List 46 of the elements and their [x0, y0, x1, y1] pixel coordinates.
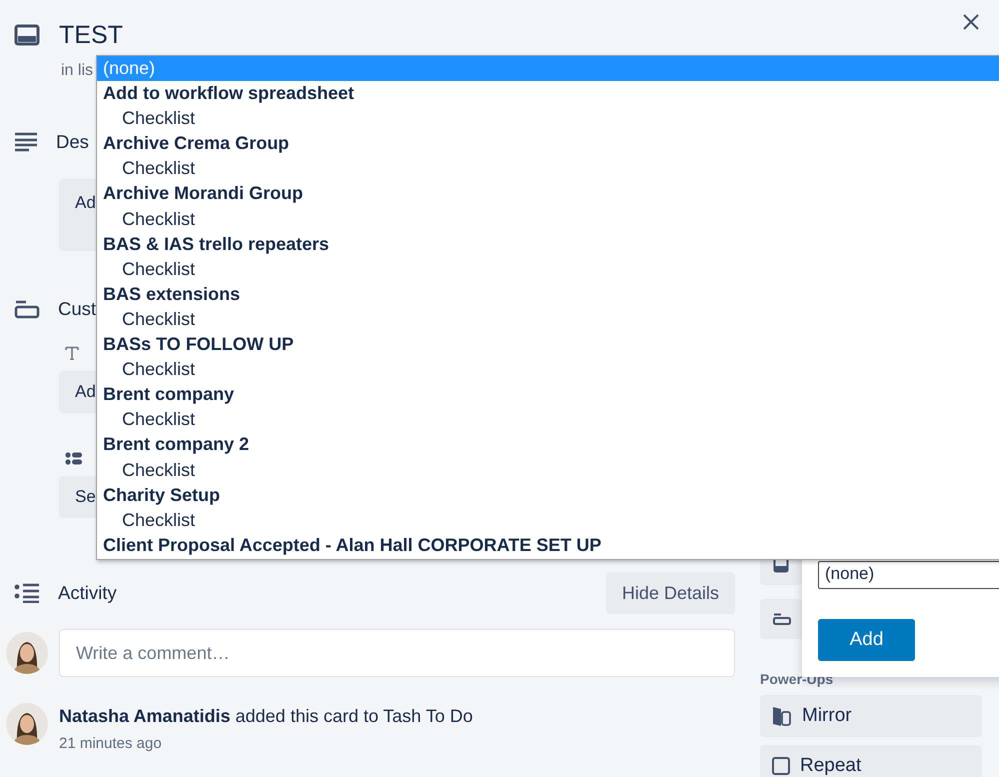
add-button[interactable]: Add: [818, 619, 915, 661]
avatar: [6, 703, 48, 745]
card-icon: [14, 24, 40, 46]
repeat-icon: [772, 757, 790, 775]
dropdown-option[interactable]: Checklist: [97, 306, 999, 332]
activity-time[interactable]: 21 minutes ago: [59, 735, 473, 752]
option-group-label: Brent company 2: [102, 433, 250, 456]
select-field[interactable]: (none): [818, 561, 999, 589]
list-field-icon: [65, 452, 83, 464]
dropdown-option[interactable]: Checklist: [97, 156, 999, 182]
section-heading: Des: [56, 130, 89, 154]
dropdown-option[interactable]: Checklist: [97, 407, 999, 432]
description-icon: [14, 132, 38, 152]
dropdown-option[interactable]: Checklist: [97, 256, 999, 282]
option-group-label: Archive Crema Group: [102, 132, 290, 156]
card-title: TEST: [59, 20, 123, 50]
comment-field[interactable]: Write a comment…: [59, 629, 735, 677]
activity-text: Natasha Amanatidis added this card to Tash To Do: [59, 706, 473, 727]
dropdown-option[interactable]: Checklist: [97, 458, 999, 483]
activity-icon: [14, 583, 40, 603]
option-group-label: Brent company: [102, 383, 236, 406]
avatar: [6, 632, 48, 674]
hide-details-button[interactable]: Hide Details: [606, 572, 735, 614]
card-icon: [773, 557, 789, 573]
dropdown-option[interactable]: Checklist: [97, 357, 999, 382]
dropdown-option[interactable]: Checklist: [97, 106, 999, 132]
section-heading: Activity: [58, 581, 117, 605]
option-group-label: Charity Setup: [102, 484, 222, 507]
option-group-label: Client Proposal Accepted - Alan Hall CORPORATE SET UP: [102, 534, 602, 557]
custom-fields-icon: [14, 299, 40, 319]
close-icon[interactable]: [962, 13, 980, 31]
text-field-icon: [65, 346, 79, 360]
option-group-label: BAS extensions: [102, 282, 242, 306]
option-group-label: BASs TO FOLLOW UP: [102, 333, 295, 356]
option-group-label: Add to workflow spreadsheet: [102, 82, 356, 106]
option-group-label: Archive Morandi Group: [102, 182, 304, 206]
list-caption: in lis: [61, 62, 94, 80]
option-group-label: BAS & IAS trello repeaters: [102, 232, 330, 256]
dropdown-option[interactable]: Checklist: [97, 508, 999, 533]
power-up-button[interactable]: Repeat: [760, 745, 982, 777]
section-heading: Cust: [58, 297, 96, 321]
mirror-icon: [772, 705, 792, 727]
custom-fields-icon: [773, 613, 791, 625]
dropdown-option[interactable]: Checklist: [97, 206, 999, 232]
power-ups-label: Power-Ups: [760, 671, 834, 687]
power-up-button[interactable]: Mirror: [760, 695, 982, 737]
